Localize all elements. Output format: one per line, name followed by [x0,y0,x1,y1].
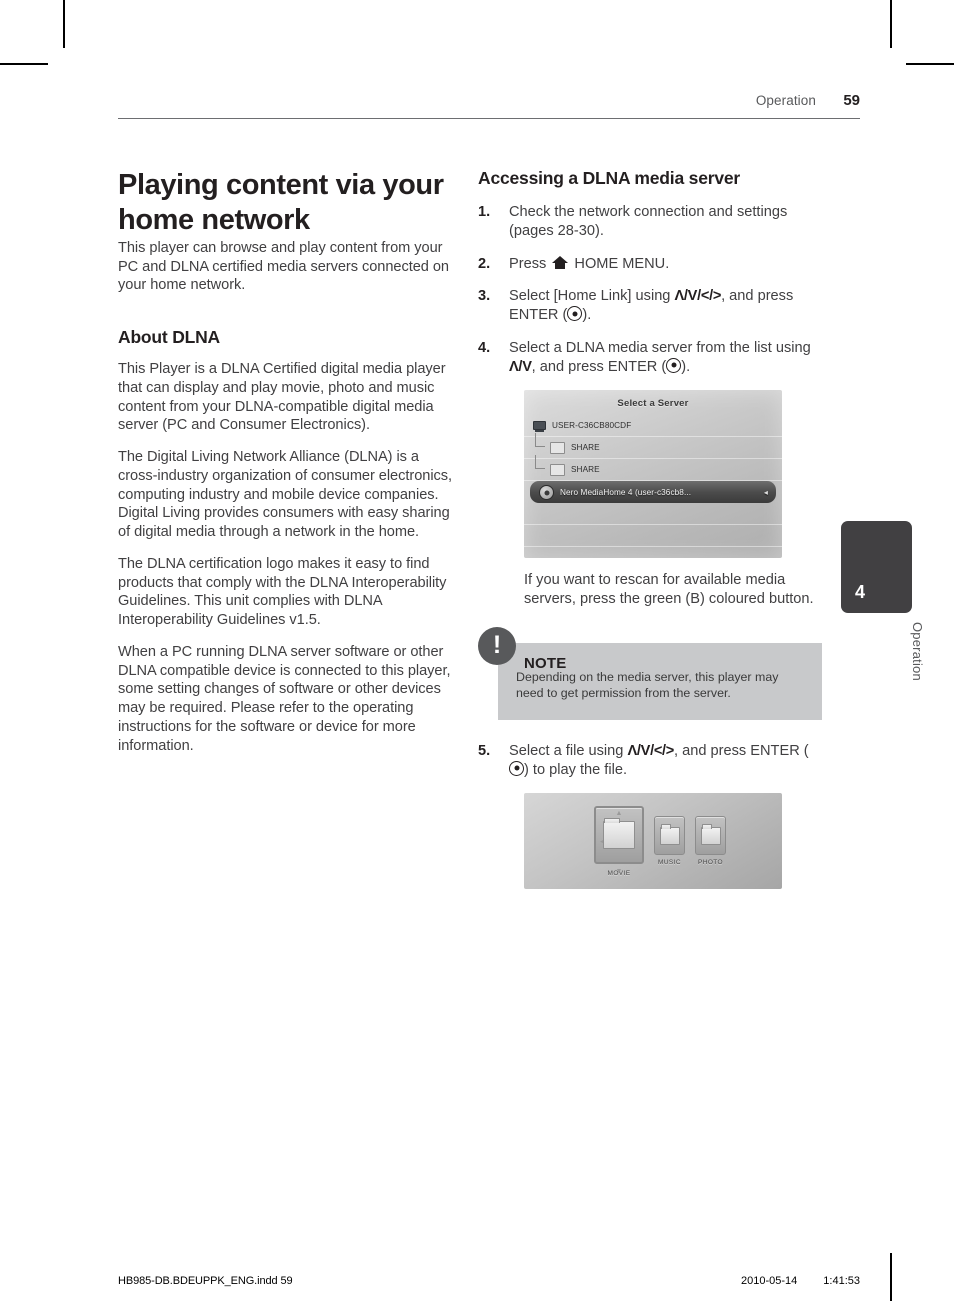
step-4-text-mid: , and press ENTER ( [531,358,667,375]
music-tile [654,816,685,856]
step-4: 4. Select a DLNA media server from the l… [478,339,818,377]
step-5-number: 5. [478,742,491,759]
footer-date: 2010-05-14 [741,1275,798,1287]
server-row-share-2[interactable]: SHARE [524,455,782,482]
step-5-text-before: Select a file using [509,742,628,759]
intro-paragraph: This player can browse and play content … [118,239,449,294]
step-5: 5. Select a file using Λ/V/</>, and pres… [478,742,818,780]
footer-time: 1:41:53 [823,1275,860,1287]
server-row-nero-selected[interactable]: Nero MediaHome 4 (user-c36cb8... ◂ [530,481,776,504]
folder-icon [550,441,565,454]
nero-mediahome-icon [539,484,554,500]
footer: HB985-DB.BDEUPPK_ENG.indd 59 2010-05-14 … [118,1275,860,1287]
crop-mark-bottom-right [890,1253,892,1301]
footer-filename: HB985-DB.BDEUPPK_ENG.indd 59 [118,1275,293,1287]
enter-icon [509,760,524,776]
arrow-up-icon: ▲ [615,809,623,817]
server-row-badge-icon: ◂ [763,487,768,497]
folder-icon [659,823,680,845]
server-row-empty-2 [524,525,782,548]
step-5-nav-keys: Λ/V/</> [627,742,675,759]
rescan-caption: If you want to rescan for available medi… [524,572,814,607]
server-row-empty-1 [524,503,782,526]
page-title: Playing content via your home network [118,169,444,237]
step-4-nav-keys: Λ/V [509,358,532,375]
running-head-section: Operation [755,93,816,108]
folder-icon [603,817,635,849]
folder-icon [550,463,565,476]
media-screenshot: ▲ ◂ MOVIE ▼ MUSIC PHOTO [524,793,782,890]
step-2-text-after: HOME MENU. [570,255,670,272]
tree-branch-icon [535,455,545,470]
server-screen: Select a Server USER-C36CB80CDF SHARE SH… [524,390,782,559]
media-label-photo: PHOTO [698,859,723,867]
step-3-number: 3. [478,288,491,305]
chapter-tab: 4 [841,521,912,613]
step-1: 1. Check the network connection and sett… [478,203,818,241]
step-4-text-after: ). [681,358,691,375]
step-3-nav-keys: Λ/V/</> [674,288,722,305]
server-row-share-2-label: SHARE [571,465,600,475]
media-screen: ▲ ◂ MOVIE ▼ MUSIC PHOTO [524,793,782,890]
header-rule [118,118,860,119]
page-number: 59 [843,92,860,109]
server-row-host[interactable]: USER-C36CB80CDF [524,415,782,438]
about-dlna-heading: About DLNA [118,327,221,347]
about-paragraph-4: When a PC running DLNA server software o… [118,643,451,754]
step-1-text: Check the network connection and setting… [509,204,788,239]
server-row-share-1[interactable]: SHARE [524,433,782,460]
crop-mark-left-top [0,63,48,65]
photo-tile [695,816,726,856]
accessing-server-heading: Accessing a DLNA media server [478,168,741,188]
steps-list: 1. Check the network connection and sett… [478,203,818,376]
crop-mark-top-right [890,0,892,48]
step-3-text-after: ). [582,307,592,323]
step-4-text-before: Select a DLNA media server from the list… [509,339,811,356]
about-paragraph-2: The Digital Living Network Alliance (DLN… [118,449,453,540]
chapter-tab-label: Operation [910,622,925,681]
step-5-text-after: ) to play the file. [524,761,628,778]
home-icon [552,255,569,269]
server-row-host-label: USER-C36CB80CDF [552,421,632,431]
footer-timestamp: 2010-05-14 1:41:53 [741,1275,860,1287]
media-item-music[interactable]: MUSIC [654,816,685,866]
pc-icon [533,420,546,432]
steps-list-continued: 5. Select a file using Λ/V/</>, and pres… [478,742,818,780]
crop-mark-right-top [906,63,954,65]
server-list: USER-C36CB80CDF SHARE SHARE Nero MediaHo… [524,415,782,548]
about-paragraph-3: The DLNA certification logo makes it eas… [118,555,447,628]
server-screen-title: Select a Server [617,398,689,410]
enter-icon [567,306,583,321]
step-3-text-before: Select [Home Link] using [509,288,675,305]
step-2-number: 2. [478,255,491,272]
enter-icon [666,357,682,373]
step-2: 2. Press HOME MENU. [478,255,818,274]
chapter-tab-number: 4 [855,582,866,602]
arrow-down-icon: ▼ [615,867,623,875]
step-5-text-mid: , and press ENTER ( [674,742,809,759]
server-screenshot: Select a Server USER-C36CB80CDF SHARE SH… [524,390,782,559]
server-row-share-1-label: SHARE [571,443,600,453]
note-text: Depending on the media server, this play… [516,669,779,701]
note-title: NOTE [524,654,567,672]
media-item-photo[interactable]: PHOTO [695,816,726,866]
media-label-music: MUSIC [658,859,681,867]
exclamation-icon: ! [478,626,516,665]
running-head: Operation 59 [118,92,860,109]
right-column: Accessing a DLNA media server 1. Check t… [478,168,822,890]
note-box: ! NOTE Depending on the media server, th… [478,626,822,720]
media-item-movie[interactable]: ▲ ◂ MOVIE ▼ [594,805,644,877]
step-2-text-before: Press [509,255,551,272]
step-3: 3. Select [Home Link] using Λ/V/</>, and… [478,287,818,325]
crop-mark-top-left [63,0,65,48]
step-4-number: 4. [478,339,491,356]
left-column: Playing content via your home network Th… [118,168,458,768]
server-row-nero-label: Nero MediaHome 4 (user-c36cb8... [560,487,692,497]
step-1-number: 1. [478,204,491,220]
tree-branch-icon [535,433,545,448]
folder-icon [700,823,721,845]
about-paragraph-1: This Player is a DLNA Certified digital … [118,361,446,434]
about-dlna-section: About DLNA This Player is a DLNA Certifi… [118,327,458,755]
